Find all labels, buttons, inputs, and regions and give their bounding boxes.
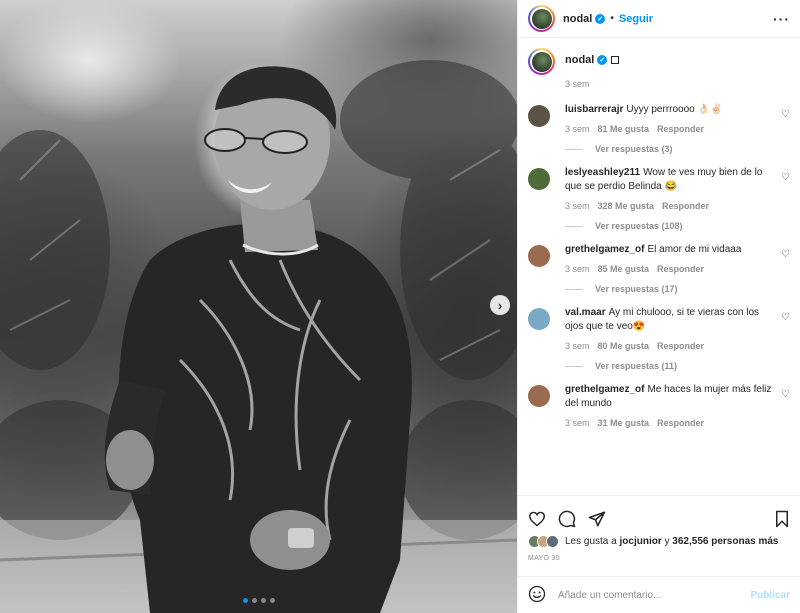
comment-like-heart-icon[interactable]: ♡ [781,172,790,183]
comment-item: grethelgamez_of Me haces la mujer más fel… [528,383,790,428]
comment-like-heart-icon[interactable]: ♡ [781,389,790,400]
reply-button[interactable]: Responder [657,264,704,274]
caption-time: 3 sem [565,79,590,89]
likes-summary[interactable]: Les gusta a jocjunior y 362,556 personas… [518,532,800,548]
comment-likes[interactable]: 328 Me gusta [598,201,655,211]
comment-time[interactable]: 3 sem [565,341,590,351]
emoji-icon[interactable] [528,585,546,606]
likes-prefix: Les gusta a [565,536,617,547]
comment-likes[interactable]: 85 Me gusta [598,264,650,274]
comment-likes[interactable]: 81 Me gusta [598,124,650,134]
separator-dot: • [610,13,614,24]
likes-count[interactable]: 362,556 personas más [672,536,778,547]
reply-button[interactable]: Responder [662,201,709,211]
view-replies-button[interactable]: Ver respuestas (11) [565,361,790,371]
post-photo[interactable]: › [0,0,517,613]
caption-glyph-icon [611,56,620,64]
view-replies-label: Ver respuestas (11) [595,361,678,371]
post-caption: nodal ✓ 3 sem [528,48,790,89]
view-replies-button[interactable]: Ver respuestas (3) [565,144,790,154]
commenter-avatar[interactable] [528,308,550,330]
comments-list[interactable]: nodal ✓ 3 sem luisbarrerajr Uyyy perrrooo… [518,38,800,495]
liker-username[interactable]: jocjunior [620,536,662,547]
commenter-avatar[interactable] [528,168,550,190]
view-replies-label: Ver respuestas (3) [595,144,673,154]
heart-icon[interactable] [528,511,546,527]
follow-button[interactable]: Seguir [619,13,653,25]
carousel-indicator [0,598,517,603]
carousel-dot [269,598,275,603]
comment-item: val.maar Ay mi chulooo, si te vieras con … [528,306,790,351]
commenter-avatar[interactable] [528,245,550,267]
commenter-avatar[interactable] [528,105,550,127]
likes-middle: y [664,536,670,547]
bookmark-icon[interactable] [774,510,790,528]
comment-item: grethelgamez_of El amor de mi vidaaa 3 se… [528,243,790,274]
carousel-next-button[interactable]: › [490,295,510,315]
reply-button[interactable]: Responder [657,124,704,134]
more-options-icon[interactable]: ··· [773,11,790,27]
post-dialog: › nodal ✓ • Seguir ··· nodal ✓ 3 sem lui… [0,0,800,613]
post-side-panel: nodal ✓ • Seguir ··· nodal ✓ 3 sem luisb… [517,0,800,613]
caption-author-avatar[interactable] [528,48,555,75]
post-date[interactable]: MAYO 30 [518,548,800,562]
share-icon[interactable] [588,510,606,528]
comment-like-heart-icon[interactable]: ♡ [781,249,790,260]
comment-text: El amor de mi vidaaa [647,244,742,255]
action-bar [518,496,800,532]
view-replies-button[interactable]: Ver respuestas (17) [565,284,790,294]
caption-username[interactable]: nodal [565,54,594,66]
liker-avatars [528,535,559,548]
comment-item: leslyeashley211 Wow te ves muy bien de lo… [528,166,790,211]
commenter-username[interactable]: grethelgamez_of [565,244,644,255]
carousel-dot [251,598,257,603]
comment-time[interactable]: 3 sem [565,418,590,428]
reply-button[interactable]: Responder [657,341,704,351]
author-avatar[interactable] [528,5,555,32]
carousel-dot [260,598,266,603]
comment-input[interactable] [558,589,751,601]
comment-time[interactable]: 3 sem [565,124,590,134]
author-username[interactable]: nodal [563,13,592,25]
post-header: nodal ✓ • Seguir ··· [518,0,800,38]
comment-likes[interactable]: 31 Me gusta [598,418,650,428]
commenter-username[interactable]: val.maar [565,307,606,318]
verified-badge-icon: ✓ [595,13,606,24]
photo-illustration [0,60,517,613]
commenter-username[interactable]: luisbarrerajr [565,104,623,115]
comment-text: Uyyy perrroooo 👌🏻✌🏻 [626,104,723,115]
reply-button[interactable]: Responder [657,418,704,428]
comment-icon[interactable] [558,510,576,528]
commenter-avatar[interactable] [528,385,550,407]
comment-item: luisbarrerajr Uyyy perrroooo 👌🏻✌🏻 3 sem 8… [528,103,790,134]
comment-likes[interactable]: 80 Me gusta [598,341,650,351]
add-comment-bar: Publicar [518,576,800,613]
comment-like-heart-icon[interactable]: ♡ [781,312,790,323]
comment-time[interactable]: 3 sem [565,264,590,274]
commenter-username[interactable]: leslyeashley211 [565,167,640,178]
post-footer: Les gusta a jocjunior y 362,556 personas… [518,495,800,613]
verified-badge-icon: ✓ [597,55,608,65]
post-comment-button[interactable]: Publicar [751,590,790,601]
carousel-dot [242,598,248,603]
view-replies-label: Ver respuestas (108) [595,221,683,231]
comment-like-heart-icon[interactable]: ♡ [781,109,790,120]
comment-time[interactable]: 3 sem [565,201,590,211]
view-replies-label: Ver respuestas (17) [595,284,678,294]
commenter-username[interactable]: grethelgamez_of [565,384,644,395]
view-replies-button[interactable]: Ver respuestas (108) [565,221,790,231]
